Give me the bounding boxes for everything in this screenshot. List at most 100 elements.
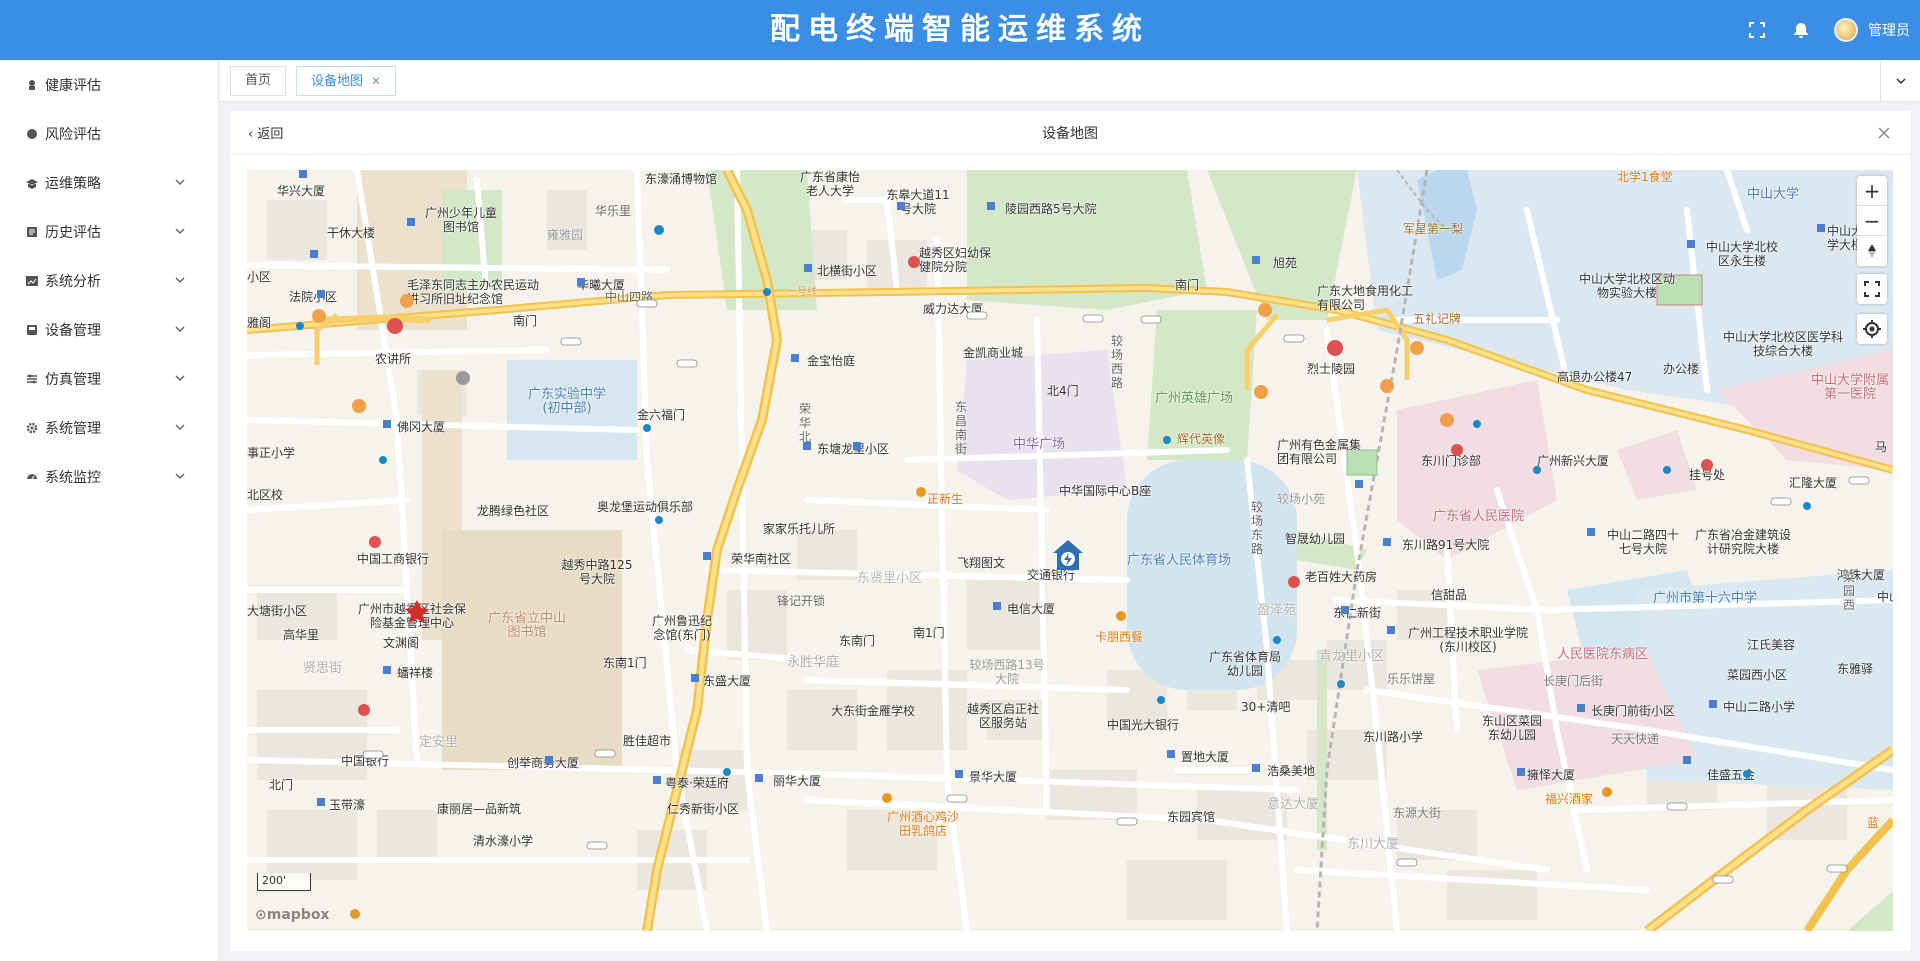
map-label: 马	[1875, 440, 1888, 454]
sidebar-item-monitor[interactable]: 系统监控	[0, 452, 218, 501]
device-map[interactable]: 华兴大厦 东濠涌博物馆 广东省康怡老人大学 东皋大道11号大院 陵园西路5号大院…	[247, 170, 1893, 931]
map-label: 老百姓大药房	[1305, 570, 1378, 584]
close-icon[interactable]: ✕	[371, 67, 381, 95]
map-label: 广东省体育局幼儿园	[1208, 650, 1281, 678]
map-label: 文渊阁	[383, 636, 420, 650]
tab-device-map[interactable]: 设备地图 ✕	[296, 66, 397, 96]
map-label: 定安里	[419, 735, 459, 750]
map-label: 北区校	[247, 488, 284, 502]
analysis-icon	[25, 274, 39, 288]
back-button[interactable]: ‹ 返回	[248, 123, 283, 142]
history-icon	[25, 225, 39, 239]
simulation-icon	[25, 372, 39, 386]
chevron-down-icon	[1895, 78, 1906, 85]
map-label: 东南门	[839, 634, 876, 648]
sidebar-item-analysis[interactable]: 系统分析	[0, 256, 218, 305]
locate-button[interactable]	[1857, 314, 1887, 344]
map-label: 较场西路	[1111, 334, 1124, 390]
map-label: 30+清吧	[1241, 700, 1291, 714]
locate-icon	[1863, 320, 1881, 338]
map-label: 创举商务大厦	[507, 756, 580, 770]
map-label: 佳盛五金	[1707, 768, 1756, 782]
header-tools: 管理员	[1746, 0, 1910, 60]
sidebar-item-health[interactable]: 健康评估	[0, 60, 218, 109]
map-label: 广东省康怡老人大学	[799, 170, 860, 198]
map-label: 中山大学附属第一医院	[1810, 373, 1889, 402]
map-label: 中国银行	[341, 754, 390, 768]
tab-home[interactable]: 首页	[230, 66, 287, 96]
map-label: 中山	[1877, 590, 1893, 604]
map-label: 南1门	[913, 626, 945, 640]
map-label: 高华里	[283, 628, 320, 642]
map-label: 汇隆大厦	[1789, 476, 1838, 490]
chevron-down-icon	[175, 424, 185, 431]
compass-button[interactable]	[1857, 236, 1887, 266]
map-label: 佛冈大厦	[397, 420, 446, 434]
map-label: 越秀区启正社区服务站	[966, 702, 1039, 730]
zoom-out-button[interactable]: −	[1857, 206, 1887, 236]
map-label: 信甜品	[1431, 588, 1468, 602]
sidebar-item-label: 仿真管理	[45, 371, 101, 388]
sidebar-item-settings[interactable]: 系统管理	[0, 403, 218, 452]
map-label: 广州鲁迅纪念馆(东门)	[651, 614, 712, 642]
map-label: 较场小苑	[1277, 492, 1326, 506]
map-label: 东仁新街	[1333, 606, 1382, 620]
fullscreen-control	[1857, 274, 1887, 304]
close-icon[interactable]	[1876, 125, 1892, 141]
sidebar-item-strategy[interactable]: 运维策略	[0, 158, 218, 207]
map-label: 粤泰·荣廷府	[665, 776, 729, 790]
map-label: 青龙里小区	[1319, 649, 1385, 664]
plus-icon: +	[1863, 178, 1881, 203]
map-fullscreen-button[interactable]	[1857, 274, 1887, 304]
sidebar-item-label: 运维策略	[45, 175, 101, 192]
map-label: 东南1门	[603, 656, 647, 670]
sidebar-item-device[interactable]: 设备管理	[0, 305, 218, 354]
strategy-icon	[25, 176, 39, 190]
fullscreen-icon[interactable]	[1746, 19, 1768, 41]
panel-header: ‹ 返回 设备地图	[230, 111, 1910, 155]
bell-icon[interactable]	[1790, 19, 1812, 41]
map-label: 广东省立中山图书馆	[487, 611, 566, 640]
sidebar-item-history[interactable]: 历史评估	[0, 207, 218, 256]
map-label: 浩桑美地	[1267, 764, 1316, 778]
map-label: 辉代英像	[1177, 432, 1226, 446]
map-label: 雍雅园	[547, 228, 584, 242]
user-name[interactable]: 管理员	[1868, 20, 1910, 40]
map-label: 贤思街	[303, 661, 343, 676]
map-label: 丽华大厦	[773, 774, 822, 788]
mapbox-logo[interactable]: ⊙mapbox	[255, 907, 329, 923]
sidebar-item-label: 设备管理	[45, 322, 101, 339]
map-label: 中山大学北校区动物实验大楼	[1578, 272, 1675, 300]
map-label: 卡朋西餐	[1095, 630, 1144, 644]
map-label: 广州工程技术职业学院(东川校区)	[1407, 626, 1528, 654]
map-label: 广州新兴大厦	[1537, 454, 1610, 468]
chevron-down-icon	[175, 375, 185, 382]
map-label: 广东省人民体育场	[1127, 553, 1232, 568]
sidebar-item-simulation[interactable]: 仿真管理	[0, 354, 218, 403]
map-label: 越秀区妇幼保健院分院	[919, 246, 992, 274]
map-label: 高退办公楼47	[1557, 370, 1633, 384]
map-label: 胜佳超市	[623, 734, 672, 748]
map-label: 蟠祥楼	[397, 666, 434, 680]
map-label: 旭苑	[1273, 256, 1298, 270]
map-label: 较场西路13号大院	[969, 658, 1045, 686]
device-marker[interactable]	[1051, 538, 1085, 576]
map-label: 东盛大厦	[703, 674, 752, 688]
map-label: 东濠涌博物馆	[645, 172, 718, 186]
map-label: 蓝	[1867, 816, 1880, 830]
sidebar-item-risk[interactable]: 风险评估	[0, 109, 218, 158]
chevron-down-icon	[175, 179, 185, 186]
avatar[interactable]	[1834, 18, 1858, 42]
map-label: 金凯商业城	[963, 346, 1024, 360]
map-label: 永胜华庭	[787, 655, 840, 670]
settings-icon	[25, 421, 39, 435]
map-label: 广州市越秀区社会保险基金管理中心	[357, 602, 466, 630]
compass-icon	[1868, 244, 1876, 258]
map-label: 清水濠小学	[473, 834, 534, 848]
map-label: 仁秀新街小区	[667, 802, 740, 816]
map-label: 北4门	[1047, 384, 1079, 398]
map-label: 小区	[247, 270, 272, 284]
tab-dropdown-button[interactable]	[1880, 60, 1920, 102]
zoom-in-button[interactable]: +	[1857, 176, 1887, 206]
map-label: 广州英雄广场	[1155, 391, 1234, 406]
